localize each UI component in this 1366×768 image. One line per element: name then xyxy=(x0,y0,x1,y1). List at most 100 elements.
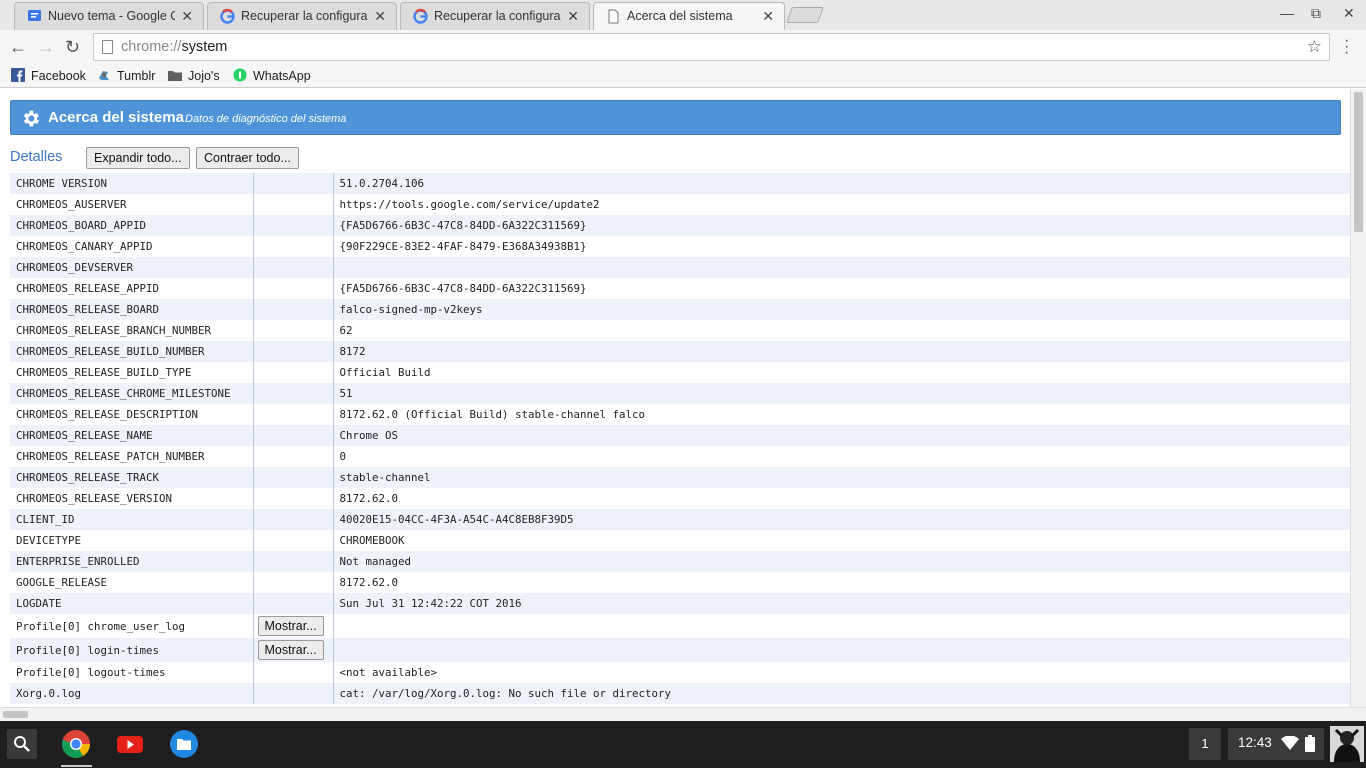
youtube-icon[interactable] xyxy=(115,729,145,759)
tab-acerca-del-sistema[interactable]: Acerca del sistema ✕ xyxy=(593,2,785,30)
minimize-icon[interactable]: — xyxy=(1280,5,1294,21)
row-value: falco-signed-mp-v2keys xyxy=(333,299,1350,320)
show-log-button[interactable]: Mostrar... xyxy=(257,640,324,660)
row-key: CHROMEOS_RELEASE_BUILD_TYPE xyxy=(10,362,254,383)
chrome-icon[interactable] xyxy=(61,729,91,759)
collapse-all-button[interactable]: Contraer todo... xyxy=(196,147,299,169)
row-value: 8172.62.0 (Official Build) stable-channe… xyxy=(339,408,646,421)
row-key: Xorg.0.log xyxy=(10,683,254,704)
page-icon xyxy=(608,9,619,24)
row-value: {FA5D6766-6B3C-47C8-84DD-6A322C311569} xyxy=(333,215,1350,236)
row-value: 62 xyxy=(339,324,353,337)
maximize-icon[interactable]: ⧉ xyxy=(1311,5,1321,22)
page-title: Acerca del sistema xyxy=(48,109,184,126)
table-row: CHROMEOS_RELEASE_APPID {FA5D6766-6B3C-47C… xyxy=(10,278,1350,299)
row-action-cell xyxy=(253,257,334,278)
row-action-cell xyxy=(253,404,334,425)
row-key: CHROMEOS_RELEASE_NAME xyxy=(10,425,254,446)
comment-icon xyxy=(28,10,41,21)
table-row: LOGDATE Sun Jul 31 12:42:22 COT 2016 xyxy=(10,593,1350,614)
row-value: 0 xyxy=(339,450,347,463)
bookmark-folder-jojos[interactable]: Jojo's xyxy=(168,68,220,83)
scroll-thumb[interactable] xyxy=(1354,92,1363,232)
table-row: CHROMEOS_CANARY_APPID {90F229CE-83E2-4FAF… xyxy=(10,236,1350,257)
row-value: {FA5D6766-6B3C-47C8-84DD-6A322C311569} xyxy=(339,282,587,295)
new-tab-button[interactable] xyxy=(786,7,824,23)
row-action-cell xyxy=(253,383,334,404)
row-key: GOOGLE_RELEASE xyxy=(10,572,254,593)
close-icon[interactable]: ✕ xyxy=(181,8,193,25)
row-action-cell xyxy=(253,488,334,509)
tab-title: Recuperar la configuraci xyxy=(434,9,561,23)
expand-all-button[interactable]: Expandir todo... xyxy=(86,147,190,169)
close-icon[interactable]: ✕ xyxy=(374,8,386,25)
table-row: CHROMEOS_RELEASE_DESCRIPTION 8172.62.0 (O… xyxy=(10,404,1350,425)
notification-badge[interactable]: 1 xyxy=(1189,728,1221,760)
status-tray[interactable]: 12:43 xyxy=(1228,728,1324,760)
gear-icon xyxy=(23,110,39,127)
forward-icon[interactable]: → xyxy=(37,37,55,58)
table-row: CHROMEOS_RELEASE_BUILD_NUMBER 8172 xyxy=(10,341,1350,362)
row-action-cell xyxy=(253,662,334,683)
menu-icon[interactable]: · · · xyxy=(1344,33,1349,61)
tab-strip: Nuevo tema - Google Ch ✕ Recuperar la co… xyxy=(0,0,1366,30)
row-key: CHROMEOS_CANARY_APPID xyxy=(10,236,254,257)
active-app-indicator xyxy=(61,765,92,767)
clock: 12:43 xyxy=(1238,735,1272,750)
files-icon[interactable] xyxy=(169,729,199,759)
row-value: CHROMEBOOK xyxy=(339,534,405,547)
row-action-cell: Mostrar... xyxy=(253,638,334,662)
row-action-cell xyxy=(253,446,334,467)
shelf: 1 12:43 xyxy=(0,721,1366,768)
row-key: CHROMEOS_RELEASE_PATCH_NUMBER xyxy=(10,446,254,467)
address-bar[interactable]: chrome://system ☆ xyxy=(93,33,1330,61)
folder-icon xyxy=(168,71,182,81)
bookmark-tumblr[interactable]: Tumblr xyxy=(97,68,155,83)
row-value: stable-channel xyxy=(333,467,1350,488)
row-key: CHROMEOS_RELEASE_DESCRIPTION xyxy=(10,404,254,425)
close-icon[interactable]: ✕ xyxy=(567,8,579,25)
vertical-scrollbar[interactable] xyxy=(1350,89,1366,707)
row-value: https://tools.google.com/service/update2 xyxy=(339,198,600,211)
tab-nuevo-tema[interactable]: Nuevo tema - Google Ch ✕ xyxy=(14,2,204,30)
row-key: CLIENT_ID xyxy=(10,509,254,530)
row-action-cell: Mostrar... xyxy=(253,614,334,638)
row-value xyxy=(333,614,1350,638)
google-icon xyxy=(220,9,235,24)
horizontal-scrollbar[interactable] xyxy=(0,707,1366,721)
url-text: chrome://system xyxy=(121,39,228,55)
tab-recuperar-1[interactable]: Recuperar la configuraci ✕ xyxy=(207,2,397,30)
tab-recuperar-2[interactable]: Recuperar la configuraci ✕ xyxy=(400,2,590,30)
whatsapp-icon xyxy=(233,68,247,82)
table-row: Profile[0] logout-times <not available> xyxy=(10,662,1350,683)
row-action-cell xyxy=(253,509,334,530)
table-row: Profile[0] chrome_user_log Mostrar... xyxy=(10,614,1350,638)
details-heading: Detalles xyxy=(10,149,63,165)
tab-title: Nuevo tema - Google Ch xyxy=(48,9,175,23)
tab-title: Recuperar la configuraci xyxy=(241,9,368,23)
row-action-cell xyxy=(253,551,334,572)
search-icon[interactable] xyxy=(7,729,37,759)
show-log-button[interactable]: Mostrar... xyxy=(257,616,324,636)
row-key: CHROMEOS_RELEASE_TRACK xyxy=(10,467,254,488)
row-action-cell xyxy=(253,467,334,488)
row-action-cell xyxy=(253,173,334,194)
reload-icon[interactable]: ↻ xyxy=(65,37,80,58)
bookmark-whatsapp[interactable]: WhatsApp xyxy=(233,68,311,83)
bookmark-facebook[interactable]: Facebook xyxy=(11,68,86,83)
close-window-icon[interactable]: ✕ xyxy=(1343,5,1355,22)
table-row: CHROMEOS_RELEASE_PATCH_NUMBER 0 xyxy=(10,446,1350,467)
row-key: DEVICETYPE xyxy=(10,530,254,551)
avatar[interactable] xyxy=(1330,726,1364,762)
facebook-icon xyxy=(11,68,25,82)
back-icon[interactable]: ← xyxy=(9,37,27,58)
scroll-thumb[interactable] xyxy=(3,711,28,718)
row-key: LOGDATE xyxy=(10,593,254,614)
close-icon[interactable]: ✕ xyxy=(762,8,774,25)
row-action-cell xyxy=(253,299,334,320)
row-value: 51 xyxy=(333,383,1350,404)
row-action-cell xyxy=(253,362,334,383)
star-icon[interactable]: ☆ xyxy=(1307,37,1322,57)
row-action-cell xyxy=(253,683,334,704)
row-key: CHROMEOS_DEVSERVER xyxy=(10,257,254,278)
